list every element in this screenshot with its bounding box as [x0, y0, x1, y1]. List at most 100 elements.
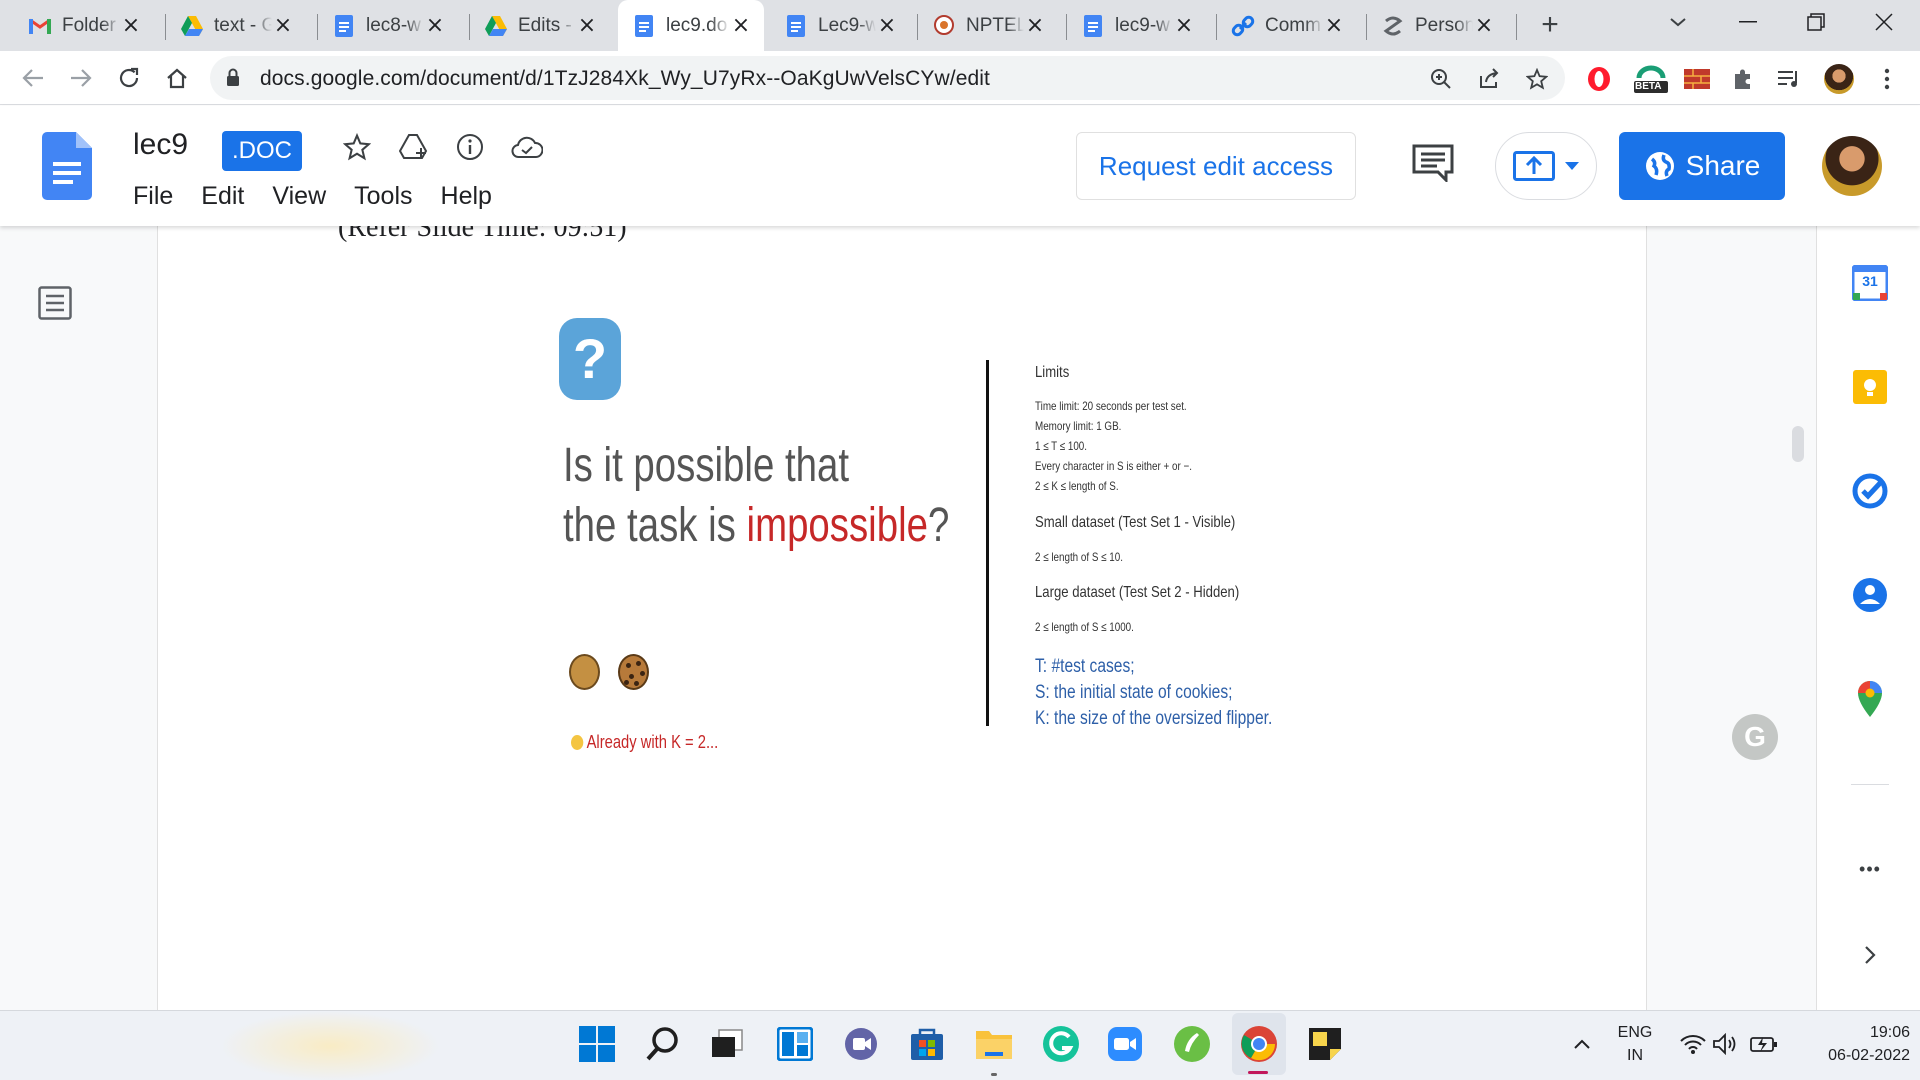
google-calendar-icon[interactable]: 31: [1851, 264, 1889, 302]
close-icon[interactable]: ×: [120, 14, 142, 37]
document-page[interactable]: (Refer Slide Time: 09:51) ? Is it possib…: [157, 226, 1778, 1010]
plain-cookie-icon: [569, 654, 600, 690]
request-edit-access-button[interactable]: Request edit access: [1076, 132, 1356, 200]
menu-file[interactable]: File: [133, 182, 173, 211]
clock-time[interactable]: 19:06: [1790, 1024, 1910, 1042]
clock-date[interactable]: 06-02-2022: [1790, 1047, 1910, 1065]
document-info-icon[interactable]: [453, 130, 487, 164]
menu-tools[interactable]: Tools: [354, 182, 412, 211]
chrome-icon[interactable]: [1238, 1023, 1280, 1065]
close-icon[interactable]: ×: [1173, 14, 1195, 37]
close-icon[interactable]: ×: [272, 14, 294, 37]
tab-drive-edits[interactable]: Edits - ×: [470, 0, 610, 51]
zoom-icon[interactable]: [1428, 66, 1454, 92]
tab-docs-lec8[interactable]: lec8-w ×: [318, 0, 458, 51]
extensions-puzzle-icon[interactable]: [1728, 64, 1758, 94]
tab-title: Edits -: [518, 14, 572, 36]
tab-docs-lec9w[interactable]: Lec9-w ×: [770, 0, 910, 51]
back-button[interactable]: [16, 61, 50, 95]
document-outline-icon[interactable]: [38, 286, 72, 325]
tab-title: Person: [1415, 14, 1473, 36]
grammarly-app-icon[interactable]: [1040, 1023, 1082, 1065]
comments-icon[interactable]: [1412, 144, 1454, 187]
limit-line: Time limit: 20 seconds per test set.: [1035, 399, 1187, 413]
close-icon[interactable]: ×: [1024, 14, 1046, 37]
google-drive-icon: [484, 14, 508, 38]
address-bar[interactable]: docs.google.com/document/d/1TzJ284Xk_Wy_…: [210, 56, 1565, 100]
question-line-1: Is it possible that: [563, 439, 850, 492]
grammarly-icon[interactable]: G: [1732, 714, 1778, 760]
document-title[interactable]: lec9: [133, 128, 188, 162]
close-icon[interactable]: ×: [1473, 14, 1495, 37]
tab-drive-text[interactable]: text - G ×: [166, 0, 306, 51]
profile-avatar[interactable]: [1824, 64, 1854, 94]
add-to-drive-icon[interactable]: [397, 130, 431, 164]
file-explorer-icon[interactable]: [973, 1023, 1015, 1065]
menu-help[interactable]: Help: [441, 182, 492, 211]
battery-charging-icon[interactable]: [1745, 1023, 1783, 1065]
google-drive-icon: [180, 14, 204, 38]
task-view-icon[interactable]: [706, 1023, 748, 1065]
close-icon[interactable]: ×: [576, 14, 598, 37]
close-icon[interactable]: ×: [730, 14, 752, 37]
forward-button[interactable]: [64, 61, 98, 95]
microsoft-store-icon[interactable]: [906, 1023, 948, 1065]
share-label: Share: [1685, 150, 1761, 181]
share-page-icon[interactable]: [1476, 66, 1502, 92]
evernote-like-app-icon[interactable]: [1171, 1023, 1213, 1065]
opera-extension-icon[interactable]: [1584, 64, 1614, 94]
google-docs-logo-icon[interactable]: [42, 132, 92, 205]
search-icon[interactable]: [642, 1023, 684, 1065]
google-tasks-icon[interactable]: [1851, 472, 1889, 510]
google-maps-icon[interactable]: [1851, 680, 1889, 718]
lock-icon[interactable]: [226, 68, 240, 91]
more-options-icon[interactable]: •••: [1851, 850, 1889, 888]
restore-window-button[interactable]: [1788, 0, 1844, 44]
windows-start-icon[interactable]: [576, 1023, 618, 1065]
tab-gmail[interactable]: Folder ×: [14, 0, 154, 51]
close-icon[interactable]: ×: [424, 14, 446, 37]
tab-search-chevron-icon[interactable]: [1650, 0, 1706, 44]
tab-person[interactable]: Person ×: [1367, 0, 1507, 51]
caret-down-icon: [1565, 162, 1579, 170]
input-region[interactable]: IN: [1610, 1047, 1660, 1065]
url-text[interactable]: docs.google.com/document/d/1TzJ284Xk_Wy_…: [260, 67, 990, 91]
browser-menu-icon[interactable]: [1872, 64, 1902, 94]
google-contacts-icon[interactable]: [1851, 576, 1889, 614]
tab-nptel[interactable]: NPTEL ×: [918, 0, 1058, 51]
sticky-notes-icon[interactable]: [1304, 1023, 1346, 1065]
chocolate-chip-cookie-icon: [618, 654, 649, 690]
zoom-meetings-icon[interactable]: [1104, 1023, 1146, 1065]
close-icon[interactable]: ×: [876, 14, 898, 37]
beta-extension-icon[interactable]: BETA: [1631, 64, 1671, 94]
new-tab-button[interactable]: +: [1534, 10, 1566, 42]
teams-chat-icon[interactable]: [840, 1023, 882, 1065]
widgets-icon[interactable]: [774, 1023, 816, 1065]
tab-docs-lec9-active[interactable]: lec9.do ×: [618, 0, 764, 51]
media-playlist-icon[interactable]: [1774, 64, 1804, 94]
close-icon[interactable]: ×: [1323, 14, 1345, 37]
tab-comm[interactable]: Comm ×: [1217, 0, 1357, 51]
volume-icon[interactable]: [1706, 1023, 1744, 1065]
present-button[interactable]: [1495, 132, 1597, 200]
cloud-saved-icon[interactable]: [510, 130, 544, 164]
menu-edit[interactable]: Edit: [201, 182, 244, 211]
show-hidden-icons-chevron[interactable]: [1566, 1023, 1598, 1065]
google-keep-icon[interactable]: [1851, 368, 1889, 406]
vertical-scrollbar-thumb[interactable]: [1792, 426, 1804, 462]
minimize-window-button[interactable]: [1720, 0, 1776, 44]
tab-title: NPTEL: [966, 14, 1024, 36]
chevron-right-icon[interactable]: [1851, 936, 1889, 974]
account-avatar[interactable]: [1822, 136, 1882, 196]
tab-docs-lec9w-2[interactable]: lec9-w ×: [1067, 0, 1207, 51]
close-window-button[interactable]: [1856, 0, 1912, 44]
share-button[interactable]: Share: [1619, 132, 1785, 200]
star-icon[interactable]: [340, 130, 374, 164]
home-button[interactable]: [160, 61, 194, 95]
input-language[interactable]: ENG: [1610, 1024, 1660, 1042]
reload-button[interactable]: [112, 61, 146, 95]
bookmark-star-icon[interactable]: [1524, 66, 1550, 92]
screen: { "browser": { "tabs": [ {"title": "Fold…: [0, 0, 1920, 1080]
menu-view[interactable]: View: [272, 182, 326, 211]
brick-extension-icon[interactable]: [1682, 64, 1712, 94]
